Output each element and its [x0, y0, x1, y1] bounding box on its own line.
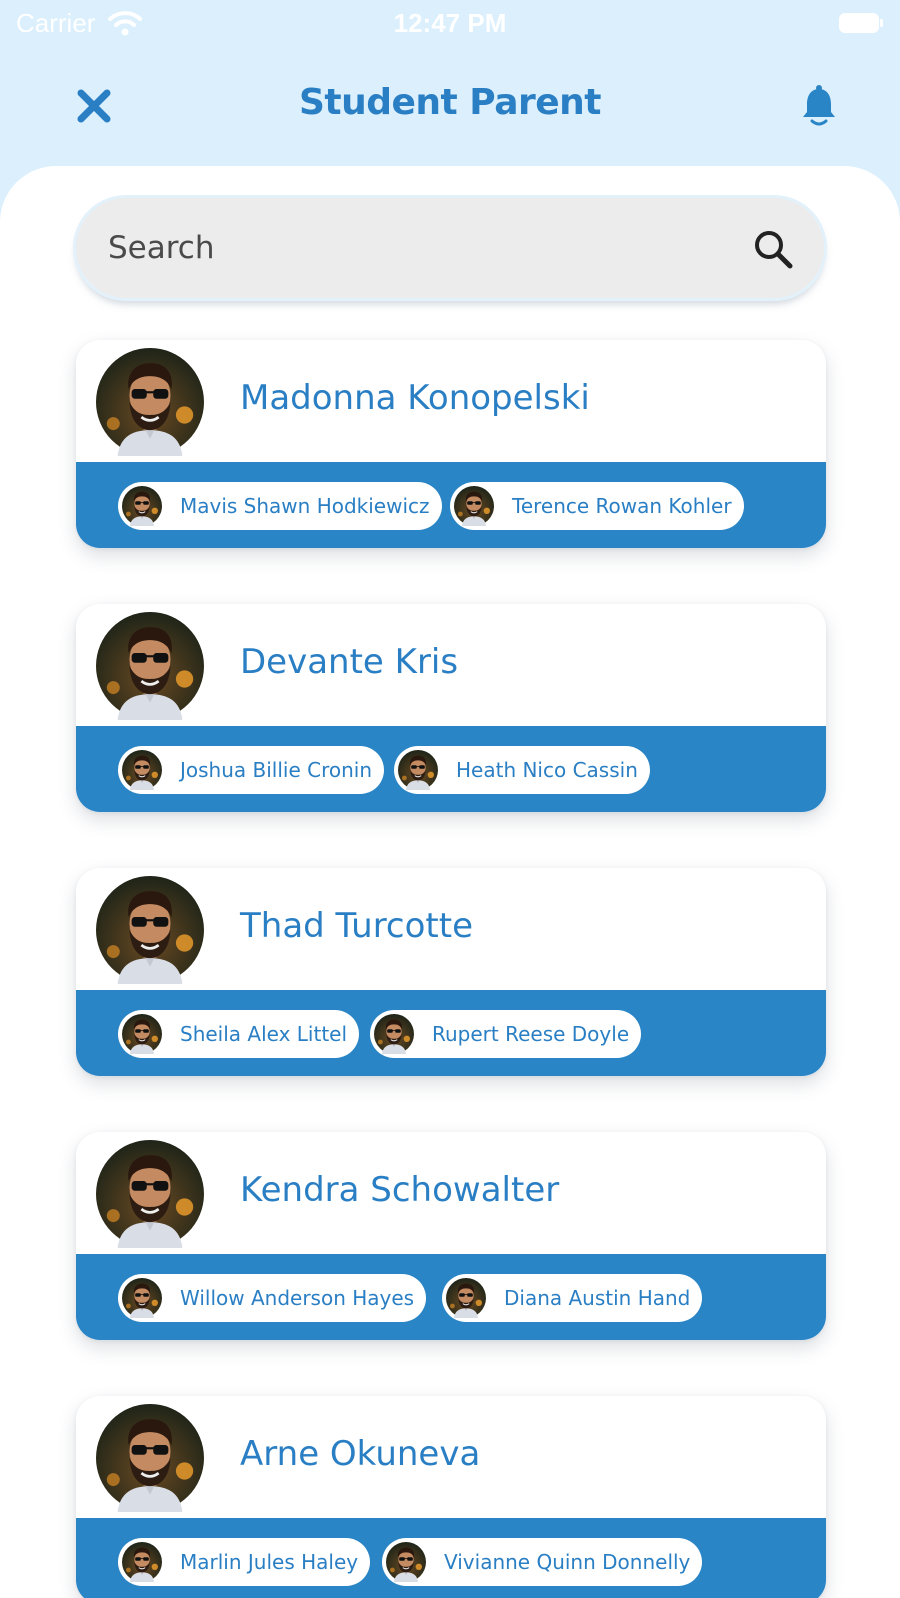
students-band: Mavis Shawn Hodkiewicz Terence Rowan Koh…	[76, 462, 826, 548]
parent-name: Arne Okuneva	[240, 1434, 481, 1474]
status-bar: Carrier 12:47 PM	[0, 0, 900, 48]
student-name: Sheila Alex Littel	[180, 1022, 348, 1046]
card-header: Thad Turcotte	[76, 868, 826, 990]
student-chip[interactable]: Terence Rowan Kohler	[450, 482, 744, 530]
student-name: Willow Anderson Hayes	[180, 1286, 415, 1310]
avatar	[96, 876, 204, 984]
card-header: Arne Okuneva	[76, 1396, 826, 1518]
student-name: Joshua Billie Cronin	[180, 758, 373, 782]
avatar	[398, 750, 438, 790]
search-bar	[76, 198, 824, 298]
avatar	[122, 486, 162, 526]
avatar	[374, 1014, 414, 1054]
student-name: Terence Rowan Kohler	[512, 494, 732, 518]
avatar	[122, 750, 162, 790]
screen: Carrier 12:47 PM Student Parent Search M…	[0, 0, 900, 1598]
student-chip[interactable]: Marlin Jules Haley	[118, 1538, 371, 1586]
avatar	[96, 348, 204, 456]
content-sheet: Madonna Konopelski Mavis Shawn Hodkiewic…	[0, 166, 900, 1598]
student-name: Mavis Shawn Hodkiewicz	[180, 494, 430, 518]
student-chip[interactable]: Willow Anderson Hayes	[118, 1274, 427, 1322]
avatar	[122, 1014, 162, 1054]
avatar	[96, 1404, 204, 1512]
avatar	[96, 1140, 204, 1248]
card-header: Devante Kris	[76, 604, 826, 726]
parent-name: Thad Turcotte	[240, 906, 474, 946]
students-band: Sheila Alex Littel Rupert Reese Doyle	[76, 990, 826, 1076]
clock: 12:47 PM	[393, 8, 507, 38]
students-band: Willow Anderson Hayes Diana Austin Hand	[76, 1254, 826, 1340]
students-band: Joshua Billie Cronin Heath Nico Cassin	[76, 726, 826, 812]
student-name: Marlin Jules Haley	[180, 1550, 359, 1574]
avatar	[96, 612, 204, 720]
avatar	[446, 1278, 486, 1318]
student-chip[interactable]: Heath Nico Cassin	[394, 746, 650, 794]
student-name: Rupert Reese Doyle	[432, 1022, 630, 1046]
parent-card[interactable]: Thad Turcotte Sheila Alex Littel Rupert …	[76, 868, 826, 1076]
parent-card[interactable]: Madonna Konopelski Mavis Shawn Hodkiewic…	[76, 340, 826, 548]
parent-name: Madonna Konopelski	[240, 378, 590, 418]
battery-icon	[839, 13, 883, 33]
avatar	[122, 1278, 162, 1318]
students-band: Marlin Jules Haley Vivianne Quinn Donnel…	[76, 1518, 826, 1598]
student-name: Vivianne Quinn Donnelly	[444, 1550, 691, 1574]
avatar	[454, 486, 494, 526]
header: Student Parent	[0, 70, 900, 140]
student-name: Diana Austin Hand	[504, 1286, 691, 1310]
parent-card[interactable]: Kendra Schowalter Willow Anderson Hayes …	[76, 1132, 826, 1340]
search-icon[interactable]	[752, 228, 794, 270]
bell-icon[interactable]	[800, 84, 838, 128]
avatar	[122, 1542, 162, 1582]
student-name: Heath Nico Cassin	[456, 758, 638, 782]
avatar	[386, 1542, 426, 1582]
student-chip[interactable]: Diana Austin Hand	[442, 1274, 703, 1322]
parent-card[interactable]: Arne Okuneva Marlin Jules Haley Vivianne…	[76, 1396, 826, 1598]
student-chip[interactable]: Vivianne Quinn Donnelly	[382, 1538, 703, 1586]
parent-name: Devante Kris	[240, 642, 459, 682]
student-chip[interactable]: Joshua Billie Cronin	[118, 746, 385, 794]
search-input[interactable]	[108, 224, 708, 272]
parent-name: Kendra Schowalter	[240, 1170, 560, 1210]
card-header: Madonna Konopelski	[76, 340, 826, 462]
parent-card[interactable]: Devante Kris Joshua Billie Cronin Heath …	[76, 604, 826, 812]
student-chip[interactable]: Sheila Alex Littel	[118, 1010, 360, 1058]
student-chip[interactable]: Rupert Reese Doyle	[370, 1010, 642, 1058]
student-chip[interactable]: Mavis Shawn Hodkiewicz	[118, 482, 442, 530]
page-title: Student Parent	[298, 82, 602, 123]
card-header: Kendra Schowalter	[76, 1132, 826, 1254]
